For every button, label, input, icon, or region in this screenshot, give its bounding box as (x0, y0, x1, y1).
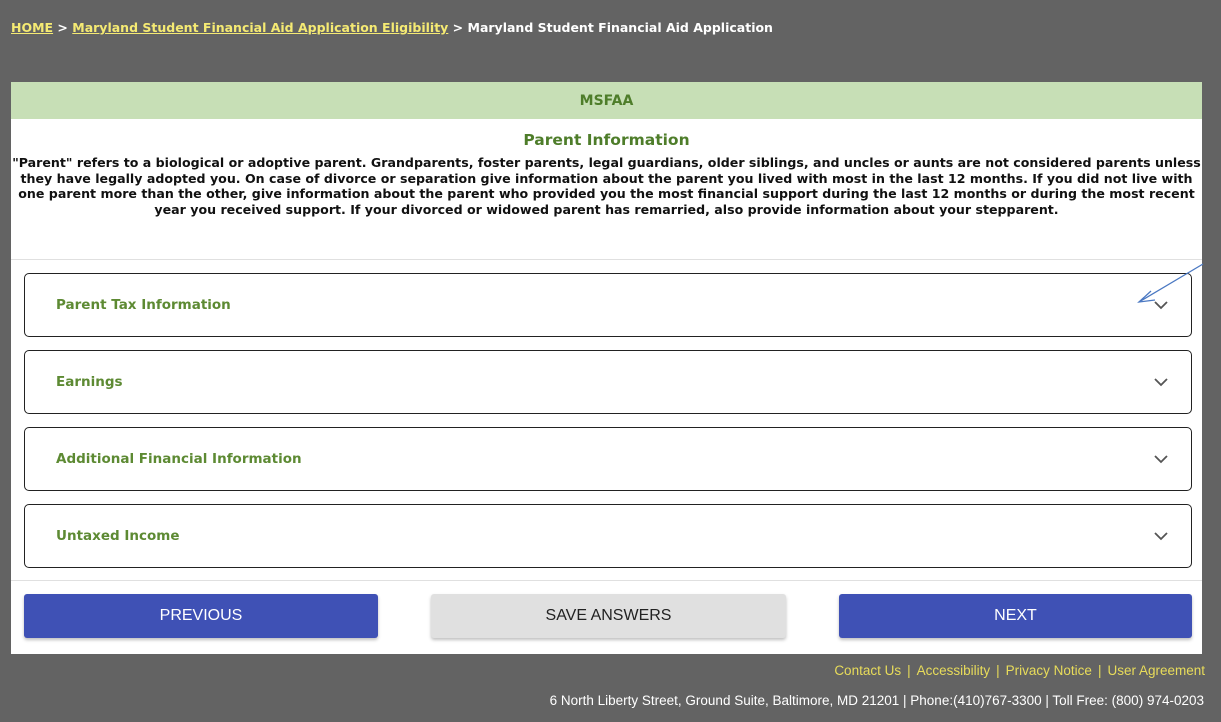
save-answers-button[interactable]: SAVE ANSWERS (431, 594, 786, 638)
privacy-notice-link[interactable]: Privacy Notice (1006, 663, 1092, 678)
card-header-title: MSFAA (579, 92, 634, 109)
accordion-additional-financial-information[interactable]: Additional Financial Information (24, 427, 1192, 491)
footer-address: 6 North Liberty Street, Ground Suite, Ba… (549, 693, 1204, 708)
section-title: Parent Information (523, 131, 690, 149)
breadcrumb-separator: > (448, 20, 468, 35)
chevron-down-icon[interactable] (1153, 528, 1169, 544)
accordion-label: Untaxed Income (56, 528, 180, 544)
next-button[interactable]: NEXT (839, 594, 1192, 638)
accordion-label: Parent Tax Information (56, 297, 231, 313)
accordion-label: Earnings (56, 374, 123, 390)
annotation-arrow-icon (1137, 263, 1204, 303)
accessibility-link[interactable]: Accessibility (917, 663, 991, 678)
breadcrumb-current: Maryland Student Financial Aid Applicati… (467, 20, 773, 35)
chevron-down-icon[interactable] (1153, 374, 1169, 390)
divider (11, 580, 1202, 581)
footer-separator: | (907, 663, 911, 678)
breadcrumb-home-link[interactable]: HOME (11, 20, 53, 35)
footer-links: Contact Us | Accessibility | Privacy Notice |… (834, 663, 1205, 678)
breadcrumb: HOME > Maryland Student Financial Aid Ap… (11, 20, 773, 35)
accordion-untaxed-income[interactable]: Untaxed Income (24, 504, 1192, 568)
user-agreement-link[interactable]: User Agreement (1107, 663, 1205, 678)
application-card: MSFAA Parent Information "Parent" refers… (11, 82, 1202, 654)
divider (11, 259, 1202, 260)
footer-separator: | (1097, 663, 1102, 678)
breadcrumb-separator: > (53, 20, 73, 35)
accordion-earnings[interactable]: Earnings (24, 350, 1192, 414)
card-header: MSFAA (11, 82, 1202, 119)
accordion-parent-tax-information[interactable]: Parent Tax Information (24, 273, 1192, 337)
chevron-down-icon[interactable] (1153, 451, 1169, 467)
previous-button[interactable]: PREVIOUS (24, 594, 378, 638)
footer-separator: | (996, 663, 1000, 678)
contact-us-link[interactable]: Contact Us (834, 663, 901, 678)
accordion-label: Additional Financial Information (56, 451, 302, 467)
parent-definition-text: "Parent" refers to a biological or adopt… (12, 155, 1201, 217)
breadcrumb-eligibility-link[interactable]: Maryland Student Financial Aid Applicati… (72, 20, 448, 35)
